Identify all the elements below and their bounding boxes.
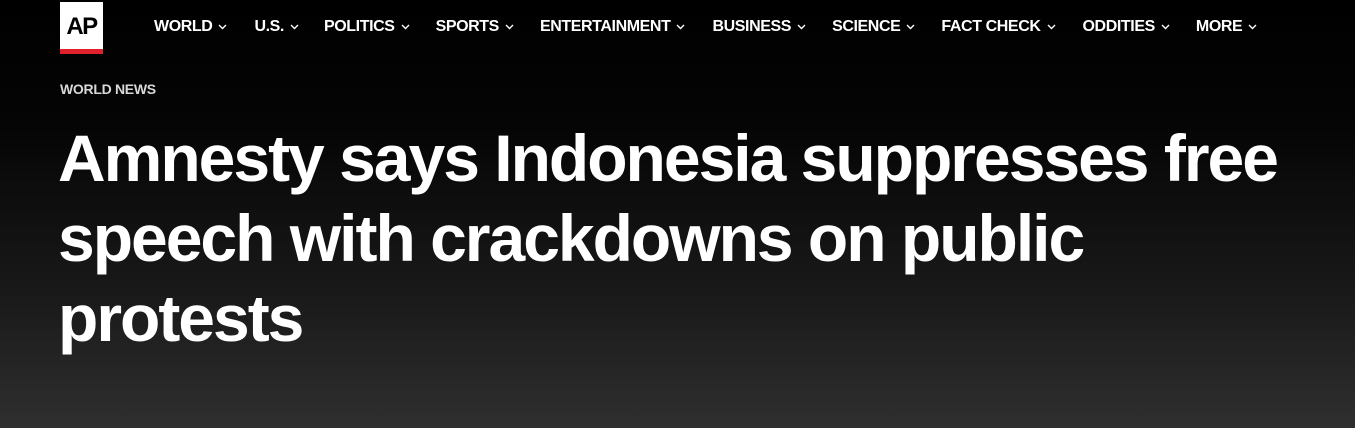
nav-item-label: SCIENCE [832, 18, 901, 35]
top-navigation-bar: AP WORLD U.S. POLITICS SPORTS ENTERTAINM… [0, 0, 1355, 56]
nav-item-politics[interactable]: POLITICS [324, 18, 410, 36]
nav-item-label: POLITICS [323, 18, 395, 35]
article-headline: Amnesty says Indonesia suppresses free s… [58, 121, 1279, 355]
ap-logo[interactable]: AP [60, 2, 103, 54]
nav-item-oddities[interactable]: ODDITIES [1083, 18, 1170, 36]
nav-item-label: ODDITIES [1082, 18, 1156, 35]
chevron-down-icon [218, 24, 227, 30]
nav-item-business[interactable]: BUSINESS [712, 18, 806, 36]
nav-item-label: ENTERTAINMENT [539, 18, 671, 35]
chevron-down-icon [676, 24, 685, 30]
nav-item-label: SPORTS [435, 18, 500, 35]
nav-item-label: BUSINESS [712, 18, 792, 35]
nav-item-label: U.S. [254, 18, 284, 35]
chevron-down-icon [505, 24, 514, 30]
nav-item-entertainment[interactable]: ENTERTAINMENT [540, 18, 686, 36]
nav-item-world[interactable]: WORLD [154, 18, 227, 36]
main-nav: WORLD U.S. POLITICS SPORTS ENTERTAINMENT… [154, 14, 1257, 40]
chevron-down-icon [906, 24, 915, 30]
nav-item-sports[interactable]: SPORTS [436, 18, 514, 36]
chevron-down-icon [1248, 24, 1257, 30]
nav-item-more[interactable]: MORE [1196, 18, 1257, 36]
chevron-down-icon [290, 24, 299, 30]
nav-item-label: WORLD [154, 18, 213, 35]
nav-item-science[interactable]: SCIENCE [832, 18, 915, 36]
nav-item-label: FACT CHECK [941, 18, 1041, 35]
chevron-down-icon [1161, 24, 1170, 30]
nav-item-fact-check[interactable]: FACT CHECK [941, 18, 1056, 36]
nav-item-us[interactable]: U.S. [254, 18, 299, 36]
chevron-down-icon [797, 24, 806, 30]
chevron-down-icon [1047, 24, 1056, 30]
chevron-down-icon [401, 24, 410, 30]
ap-logo-text: AP [66, 12, 98, 40]
nav-item-label: MORE [1195, 18, 1243, 35]
section-link-world-news[interactable]: WORLD NEWS [60, 81, 156, 97]
